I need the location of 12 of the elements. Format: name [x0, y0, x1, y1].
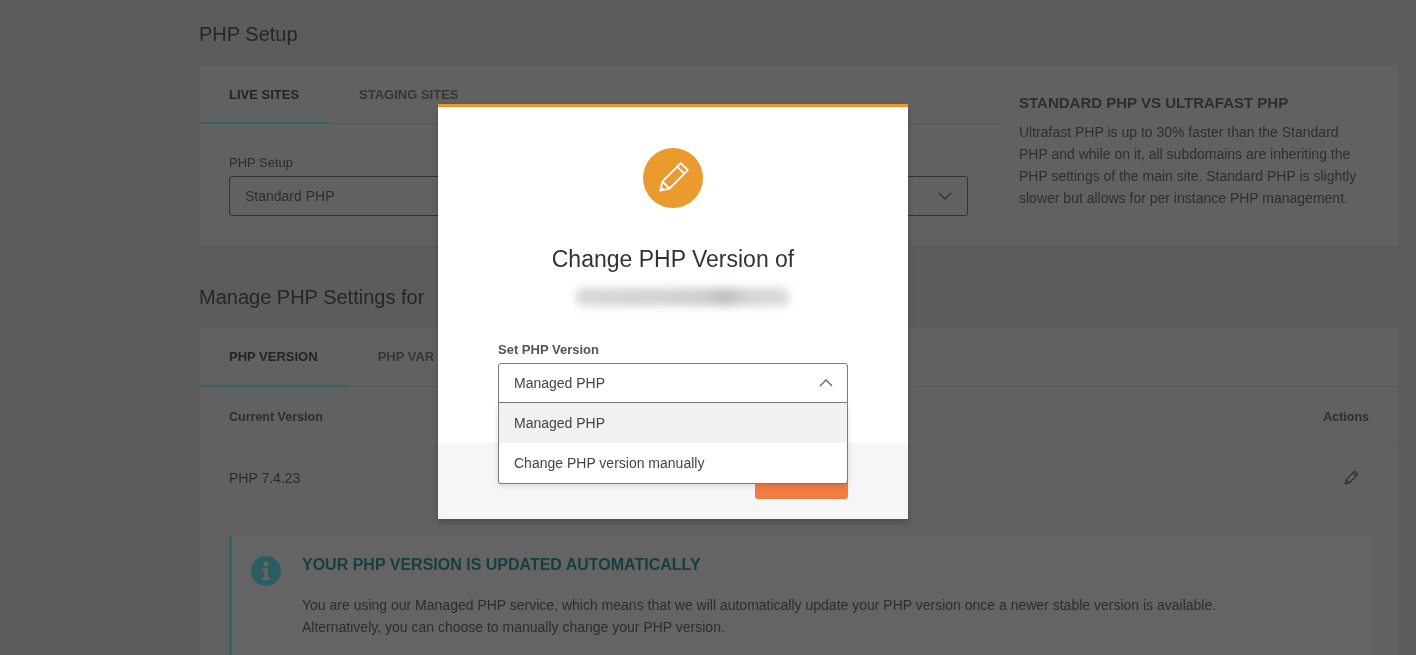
dropdown-option[interactable]: Managed PHP	[499, 403, 847, 443]
field-label: Set PHP Version	[498, 343, 599, 357]
dropdown-option[interactable]: Change PHP version manually	[499, 443, 847, 483]
chevron-down-icon	[938, 192, 952, 200]
pencil-icon	[643, 148, 703, 208]
select-field[interactable]: Managed PHP	[498, 363, 848, 403]
tab[interactable]: PHP VERSION	[199, 328, 348, 387]
notice-title: YOUR PHP VERSION IS UPDATED AUTOMATICALLY	[302, 555, 702, 575]
dialog-title: Change PHP Version of	[551, 246, 795, 272]
tab[interactable]: LIVE SITES	[199, 66, 330, 124]
info-icon	[251, 556, 281, 586]
chevron-up-icon	[819, 379, 833, 387]
